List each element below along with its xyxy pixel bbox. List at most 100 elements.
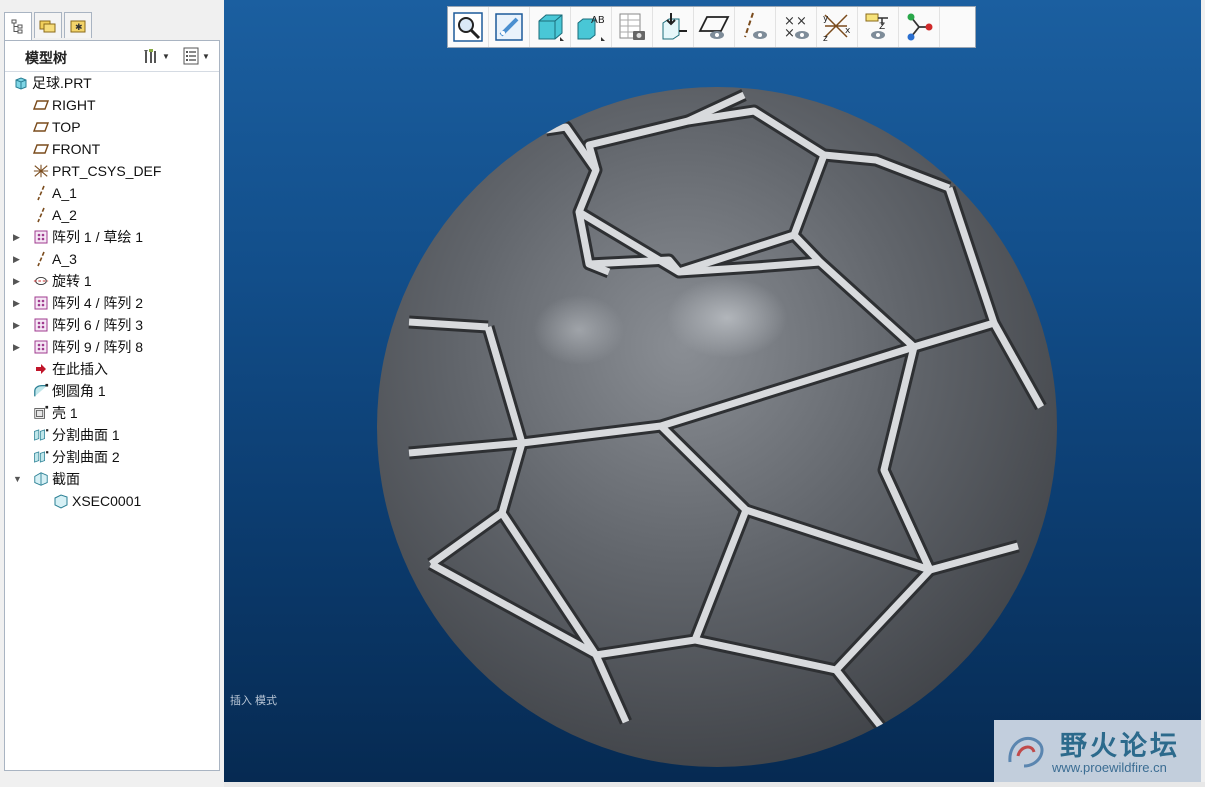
svg-text:Z: Z bbox=[879, 22, 885, 32]
spin-center-icon bbox=[903, 11, 935, 43]
svg-text:AB: AB bbox=[591, 15, 605, 26]
datum-point-display-icon: × × × bbox=[780, 11, 812, 43]
pattern-icon bbox=[33, 229, 49, 245]
csys-display-icon: y z x bbox=[821, 11, 853, 43]
pattern-icon bbox=[33, 317, 49, 333]
collapse-arrow-icon[interactable]: ▼ bbox=[13, 474, 23, 484]
tree-item-label: 分割曲面 1 bbox=[52, 427, 120, 443]
view-manager-button[interactable] bbox=[612, 7, 653, 47]
annotation-display-button[interactable]: Z bbox=[858, 7, 899, 47]
model-tree-title: 模型树 bbox=[25, 50, 67, 66]
tab-folder-browser[interactable] bbox=[34, 12, 62, 38]
tab-favorites[interactable]: ✱ bbox=[64, 12, 92, 38]
tree-item[interactable]: ▶ 阵列 9 / 阵列 8 bbox=[5, 336, 219, 358]
saved-views-button[interactable]: AB bbox=[571, 7, 612, 47]
tree-columns-icon bbox=[183, 47, 199, 65]
part-icon bbox=[13, 75, 29, 91]
annotation-orientation-icon bbox=[657, 11, 689, 43]
svg-text:×: × bbox=[796, 14, 807, 29]
repaint-icon bbox=[493, 11, 525, 43]
soccer-ball-model[interactable] bbox=[224, 0, 1201, 782]
tree-item-label: 阵列 4 / 阵列 2 bbox=[52, 295, 144, 311]
tree-item[interactable]: ▶ 阵列 6 / 阵列 3 bbox=[5, 314, 219, 336]
section-icon bbox=[33, 471, 49, 487]
specular-highlight bbox=[667, 278, 787, 358]
expand-arrow-icon[interactable]: ▶ bbox=[13, 298, 23, 309]
chevron-down-icon: ▼ bbox=[162, 51, 170, 61]
model-tree-header: 模型树 ▼ ▼ bbox=[5, 41, 219, 72]
tree-item[interactable]: A_1 bbox=[5, 182, 219, 204]
shading-mode-button[interactable] bbox=[530, 7, 571, 47]
csys-display-button[interactable]: y z x bbox=[817, 7, 858, 47]
svg-text:✱: ✱ bbox=[75, 23, 83, 33]
tree-item-label: 阵列 9 / 阵列 8 bbox=[52, 339, 144, 355]
expand-arrow-icon[interactable]: ▶ bbox=[13, 254, 23, 265]
annotation-orientation-button[interactable] bbox=[653, 7, 694, 47]
datum-point-display-button[interactable]: × × × bbox=[776, 7, 817, 47]
mode-status-text: 插入 模式 bbox=[230, 695, 278, 707]
tree-item[interactable]: 倒圆角 1 bbox=[5, 380, 219, 402]
tree-item[interactable]: ▶ 阵列 4 / 阵列 2 bbox=[5, 292, 219, 314]
tree-item-label: 在此插入 bbox=[52, 361, 108, 377]
split-surface-icon bbox=[33, 427, 49, 443]
datum-axis-icon bbox=[33, 207, 49, 223]
tree-item[interactable]: A_2 bbox=[5, 204, 219, 226]
watermark: 野火论坛 www.proewildfire.cn bbox=[994, 720, 1201, 782]
tree-item-label: 阵列 1 / 草绘 1 bbox=[52, 229, 144, 245]
tree-item-label: A_1 bbox=[52, 185, 77, 201]
datum-axis-display-icon bbox=[739, 11, 771, 43]
tree-item[interactable]: ▶ 旋转 1 bbox=[5, 270, 219, 292]
model-tree: 足球.PRT RIGHT TOP FRONT PRT_CSYS_DEF A_1 A_2 ▶ 阵列… bbox=[5, 72, 219, 512]
favorites-tab-icon: ✱ bbox=[70, 20, 86, 33]
datum-axis-icon bbox=[33, 185, 49, 201]
right-edge bbox=[1201, 0, 1205, 787]
repaint-button[interactable] bbox=[489, 7, 530, 47]
folder-browser-tab-icon bbox=[39, 20, 56, 32]
datum-plane-display-button[interactable] bbox=[694, 7, 735, 47]
model-tree-panel: 模型树 ▼ ▼ 足球.PRT RIGHT TOP FRONT PRT_CSYS_… bbox=[4, 40, 220, 771]
tree-item-label: XSEC0001 bbox=[72, 493, 142, 509]
specular-highlight bbox=[534, 295, 624, 365]
expand-arrow-icon[interactable]: ▶ bbox=[13, 342, 23, 353]
tree-item-label: PRT_CSYS_DEF bbox=[52, 163, 162, 179]
tree-item[interactable]: 分割曲面 1 bbox=[5, 424, 219, 446]
tree-settings-button[interactable]: ▼ bbox=[141, 47, 170, 65]
watermark-url: www.proewildfire.cn bbox=[1052, 760, 1167, 775]
expand-arrow-icon[interactable]: ▶ bbox=[13, 276, 23, 287]
tree-item[interactable]: ▶ A_3 bbox=[5, 248, 219, 270]
tree-item[interactable]: 分割曲面 2 bbox=[5, 446, 219, 468]
refit-zoom-button[interactable] bbox=[448, 7, 489, 47]
view-toolbar: AB × × × y z x Z bbox=[447, 6, 976, 48]
chevron-down-icon: ▼ bbox=[202, 51, 210, 61]
tree-item-label: 壳 1 bbox=[52, 405, 78, 421]
expand-arrow-icon[interactable]: ▶ bbox=[13, 232, 23, 243]
tree-item[interactable]: 足球.PRT bbox=[5, 72, 219, 94]
expand-arrow-icon[interactable]: ▶ bbox=[13, 320, 23, 331]
tree-item[interactable]: XSEC0001 bbox=[5, 490, 219, 512]
annotation-display-icon: Z bbox=[862, 11, 894, 43]
tree-item[interactable]: PRT_CSYS_DEF bbox=[5, 160, 219, 182]
tree-item[interactable]: RIGHT bbox=[5, 94, 219, 116]
tree-item[interactable]: TOP bbox=[5, 116, 219, 138]
svg-text:×: × bbox=[784, 26, 795, 41]
tree-item[interactable]: 壳 1 bbox=[5, 402, 219, 424]
tree-item-label: 倒圆角 1 bbox=[52, 383, 106, 399]
datum-axis-icon bbox=[33, 251, 49, 267]
tree-settings-icon bbox=[144, 49, 156, 63]
tree-item-label: A_3 bbox=[52, 251, 77, 267]
tree-item[interactable]: FRONT bbox=[5, 138, 219, 160]
tab-model-tree[interactable] bbox=[4, 12, 32, 41]
datum-axis-display-button[interactable] bbox=[735, 7, 776, 47]
tree-item[interactable]: ▶ 阵列 1 / 草绘 1 bbox=[5, 226, 219, 248]
graphics-viewport[interactable]: 插入 模式 野火论坛 www.proewildfire.cn bbox=[224, 0, 1201, 782]
spin-center-button[interactable] bbox=[899, 7, 940, 47]
tree-item[interactable]: ▼ 截面 bbox=[5, 468, 219, 490]
tree-item-label: TOP bbox=[52, 119, 81, 135]
view-manager-icon bbox=[616, 11, 648, 43]
tree-item-label: RIGHT bbox=[52, 97, 96, 113]
svg-text:z: z bbox=[823, 34, 828, 43]
model-tree-tab-icon bbox=[11, 19, 23, 34]
tree-item-label: 足球.PRT bbox=[32, 75, 92, 91]
tree-item[interactable]: 在此插入 bbox=[5, 358, 219, 380]
tree-columns-button[interactable]: ▼ bbox=[183, 47, 210, 65]
